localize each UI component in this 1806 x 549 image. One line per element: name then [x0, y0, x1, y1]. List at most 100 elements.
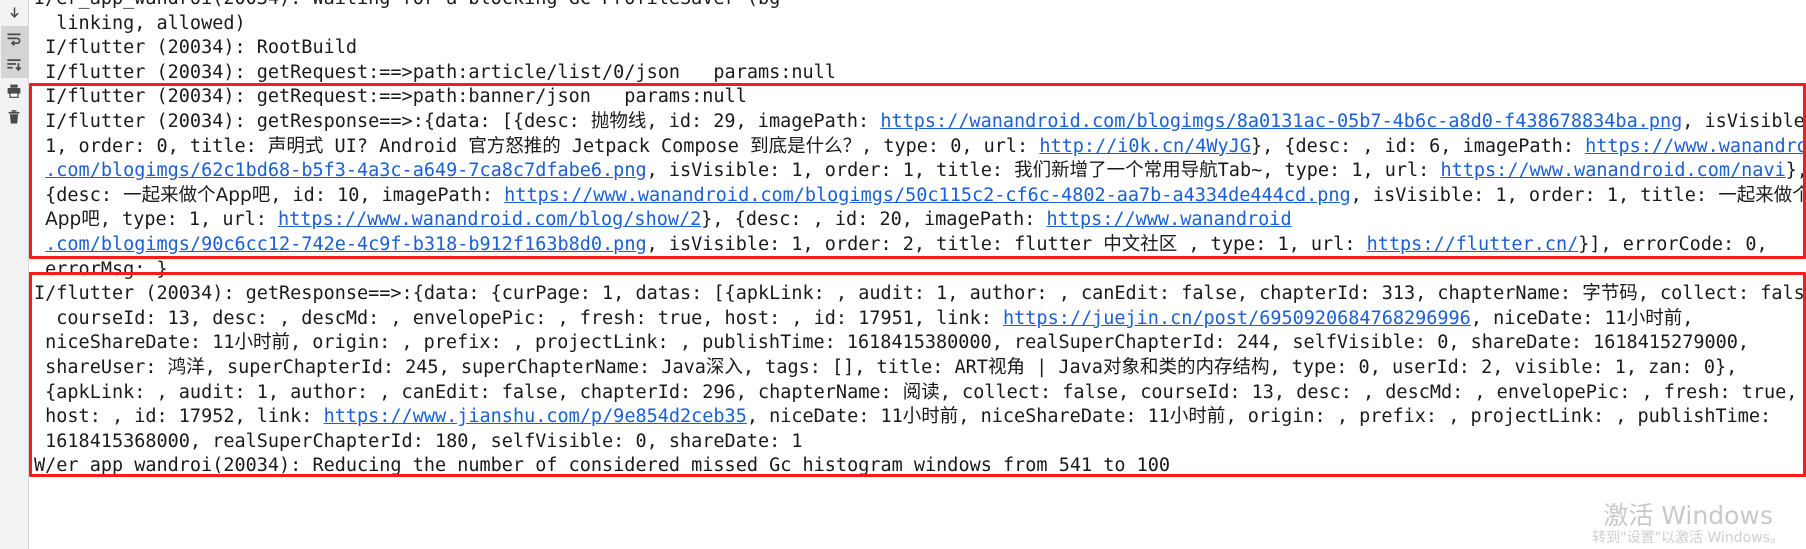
log-text: , type: 0, url:: [861, 135, 1040, 157]
log-text: , niceShareDate: 11: [958, 406, 1170, 428]
log-line: 1618415368000, realSuperChapterId: 180, …: [29, 430, 1806, 455]
log-link[interactable]: https://juejin.cn/post/69509206847682969…: [1003, 308, 1471, 329]
log-text-cjk: 小时前: [1626, 307, 1683, 329]
log-text: }], errorCode: 0,: [1578, 233, 1768, 255]
log-text-cjk: 到底是什么？: [750, 135, 862, 157]
log-text-cjk: 一起来做个: [1718, 184, 1806, 206]
log-text-cjk: 视角: [987, 356, 1025, 378]
log-line: courseId: 13, desc: , descMd: , envelope…: [29, 307, 1806, 332]
log-text: Tab~, type: 1, url:: [1217, 160, 1441, 182]
console-output-area[interactable]: I/er_app_wandroi(20034): Waiting for a b…: [29, 0, 1806, 549]
console-toolbar: [0, 0, 29, 549]
log-text: , isVisible: 1, order: 2, title: flutter: [646, 233, 1104, 255]
log-text: , isVisible:: [1682, 110, 1806, 132]
print-icon[interactable]: [1, 78, 28, 104]
log-link[interactable]: http://i0k.cn/4WyJG: [1039, 136, 1251, 157]
log-text: , origin: , prefix: , projectLink: , pub…: [1225, 406, 1772, 428]
log-line: I/flutter (20034): getResponse==>:{data:…: [29, 110, 1806, 135]
log-text-cjk: App吧: [45, 209, 100, 231]
log-line: W/er_app_wandroi(20034): Reducing the nu…: [29, 454, 1806, 479]
log-text: UI? Android: [323, 135, 469, 157]
log-line: errorMsg: }: [29, 258, 1806, 283]
scroll-to-end-icon[interactable]: [1, 0, 28, 26]
log-text: , niceDate: 11: [746, 406, 903, 428]
log-text: , collect: false,: [1637, 283, 1806, 305]
log-text: shareUser:: [34, 356, 168, 378]
log-line: I/flutter (20034): getRequest:==>path:ar…: [29, 61, 1806, 86]
log-text-cjk: 小时前: [234, 332, 290, 354]
log-text: host: , id: 17952, link:: [34, 406, 324, 428]
log-text-cjk: 字节码: [1582, 283, 1638, 305]
log-text: {apkLink: , audit: 1, author: , canEdit:…: [34, 381, 903, 403]
log-line: linking, allowed): [29, 12, 1806, 37]
log-text: , superChapterId: 245, superChapterName:…: [204, 356, 706, 378]
log-line: 1, order: 0, title: 声明式 UI? Android 官方怒推…: [29, 135, 1806, 160]
log-link[interactable]: .com/blogimgs/90c6cc12-742e-4c9f-b318-b9…: [45, 234, 646, 255]
log-link[interactable]: .com/blogimgs/62c1bd68-b5f3-4a3c-a649-7c…: [45, 160, 646, 181]
log-text: | Java: [1024, 356, 1103, 378]
log-link[interactable]: https://www.wanandroid.com/blog/show/2: [278, 209, 701, 230]
log-text-cjk: 对象和类的内存结构: [1102, 356, 1270, 378]
log-line: niceShareDate: 11小时前, origin: , prefix: …: [29, 331, 1806, 356]
log-line: .com/blogimgs/62c1bd68-b5f3-4a3c-a649-7c…: [29, 159, 1806, 184]
log-text: I/flutter (20034): RootBuild: [34, 37, 358, 59]
log-line: I/er_app_wandroi(20034): Waiting for a b…: [29, 0, 1806, 12]
log-text: W/er_app_wandroi(20034): Reducing the nu…: [34, 455, 1171, 477]
log-text: , id: 29, imagePath:: [646, 110, 881, 132]
log-text-cjk: 中文社区: [1103, 233, 1178, 255]
log-link[interactable]: https://wanandroid.com/blogimgs/8a0131ac…: [880, 111, 1682, 132]
log-text-cjk: 官方怒推的: [468, 135, 561, 157]
log-text-cjk: 小时前: [1169, 406, 1226, 428]
collapse-lines-icon[interactable]: [0, 52, 28, 78]
log-text-cjk: 深入: [705, 356, 743, 378]
log-text-cjk: 声明式: [267, 135, 324, 157]
log-text-cjk: 鸿洋: [167, 356, 205, 378]
log-link[interactable]: https://www.wanandroid: [1047, 209, 1292, 230]
log-line: host: , id: 17952, link: https://www.jia…: [29, 405, 1806, 430]
log-text: , type: 1, url:: [1177, 233, 1367, 255]
log-text: linking, allowed): [34, 12, 246, 34]
log-link[interactable]: https://www.wanandroid: [1585, 136, 1806, 157]
log-text: I/flutter (20034): getRequest:==>path:ba…: [34, 86, 747, 108]
log-text-cjk: 我们新增了一个常用导航: [1014, 160, 1218, 182]
log-text-cjk: 阅读: [902, 381, 940, 403]
log-link[interactable]: https://flutter.cn/: [1367, 234, 1579, 255]
log-link[interactable]: https://www.wanandroid.com/navi: [1440, 160, 1785, 181]
log-text: I/er_app_wandroi(20034): Waiting for a b…: [34, 0, 780, 9]
log-line: I/flutter (20034): getResponse==>:{data:…: [29, 282, 1806, 307]
log-text: , isVisible: 1, order: 1, title:: [1350, 184, 1719, 206]
log-line-list: I/er_app_wandroi(20034): Waiting for a b…: [29, 0, 1806, 479]
log-text-cjk: 小时前: [902, 406, 959, 428]
log-text-cjk: 一起来做个App吧: [123, 184, 271, 206]
logcat-console-window: I/er_app_wandroi(20034): Waiting for a b…: [0, 0, 1806, 549]
trash-icon[interactable]: [1, 104, 28, 130]
log-text: }, {desc: , id: 6, imagePath:: [1250, 135, 1586, 157]
soft-wrap-icon[interactable]: [0, 26, 28, 52]
log-line: shareUser: 鸿洋, superChapterId: 245, supe…: [29, 356, 1806, 381]
log-text: niceShareDate: 11: [34, 332, 235, 354]
log-text: I/flutter (20034): getResponse==>:{data:…: [34, 110, 591, 132]
log-text: , tags: [], title: ART: [742, 356, 988, 378]
log-text: courseId: 13, desc: , descMd: , envelope…: [34, 307, 1004, 329]
log-text: , niceDate: 11: [1470, 307, 1627, 329]
log-text: 1618415368000, realSuperChapterId: 180, …: [34, 430, 803, 452]
log-text: errorMsg: }: [34, 258, 168, 280]
log-link[interactable]: https://www.wanandroid.com/blogimgs/50c1…: [504, 185, 1350, 206]
log-line: {desc: 一起来做个App吧, id: 10, imagePath: htt…: [29, 184, 1806, 209]
log-text: ,: [1682, 307, 1694, 329]
log-line: {apkLink: , audit: 1, author: , canEdit:…: [29, 381, 1806, 406]
log-text-cjk: 抛物线: [590, 110, 647, 132]
log-text: I/flutter (20034): getResponse==>:{data:…: [34, 283, 1583, 305]
log-text: Jetpack Compose: [560, 135, 751, 157]
log-text: }, {desc: , id: 20, imagePath:: [701, 209, 1047, 231]
log-link[interactable]: https://www.jianshu.com/p/9e854d2ceb35: [324, 406, 747, 427]
log-line: .com/blogimgs/90c6cc12-742e-4c9f-b318-b9…: [29, 233, 1806, 258]
log-text: , type: 1, url:: [99, 209, 279, 231]
log-text: 1, order: 0, title:: [34, 135, 268, 157]
log-text: , type: 0, userId: 2, visible: 1, zan: 0…: [1269, 356, 1738, 378]
log-text: , id: 10, imagePath:: [270, 184, 505, 206]
log-text: {desc:: [34, 184, 124, 206]
